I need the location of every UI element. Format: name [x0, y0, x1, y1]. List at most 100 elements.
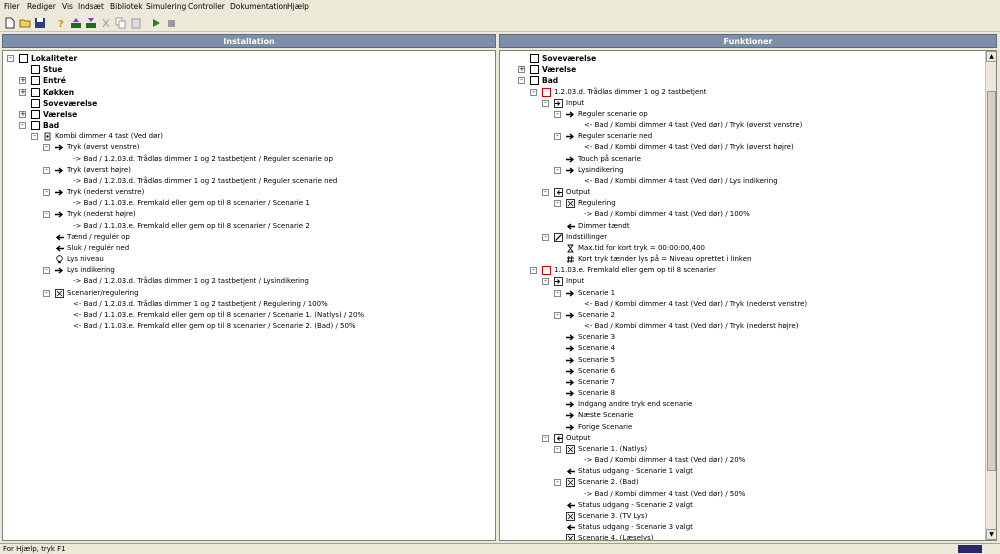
paste-icon[interactable]	[130, 17, 142, 29]
collapse-toggle[interactable]: -	[542, 434, 549, 442]
collapse-toggle[interactable]: -	[554, 289, 561, 297]
tree-row[interactable]: Dimmer tændt	[500, 221, 980, 232]
tree-row[interactable]: -> Bad / 1.2.03.d. Trådløs dimmer 1 og 2…	[3, 176, 483, 187]
collapse-toggle[interactable]: -	[542, 99, 549, 107]
tree-row[interactable]: <- Bad / Kombi dimmer 4 tast (Ved dør) /…	[500, 176, 980, 187]
menu-hjaelp[interactable]: Hjælp	[287, 2, 309, 12]
tree-row[interactable]: Status udgang - Scenarie 3 valgt	[500, 522, 980, 533]
tree-row[interactable]: Scenarie 8	[500, 388, 980, 399]
tree-row[interactable]: - Lysindikering	[500, 165, 980, 176]
funktioner-tree[interactable]: ▲ ▼ Soveværelse + Værelse - Bad -1.2.03.d. Tr…	[499, 50, 997, 541]
tree-row[interactable]: <- Bad / Kombi dimmer 4 tast (Ved dør) /…	[500, 299, 980, 310]
menu-bibliotek[interactable]: Bibliotek	[110, 2, 143, 12]
scroll-thumb[interactable]	[987, 91, 996, 471]
scroll-up-button[interactable]: ▲	[986, 51, 996, 62]
collapse-toggle[interactable]: -	[542, 278, 549, 286]
tree-row[interactable]: Soveværelse	[3, 98, 483, 109]
tree-row[interactable]: -> Bad / Kombi dimmer 4 tast (Ved dør) /…	[500, 455, 980, 466]
funktioner-scrollbar[interactable]: ▲ ▼	[985, 51, 996, 540]
tree-row[interactable]: Scenarie 5	[500, 355, 980, 366]
tree-row[interactable]: - Scenarie 1	[500, 288, 980, 299]
menu-rediger[interactable]: Rediger	[27, 2, 56, 12]
tree-row[interactable]: - Scenarie 1. (Natlys)	[500, 444, 980, 455]
tree-row[interactable]: Stue	[3, 64, 483, 75]
new-file-icon[interactable]	[4, 17, 16, 29]
collapse-toggle[interactable]: -	[554, 110, 561, 118]
tree-row[interactable]: - 1.2.03.d. Trådløs dimmer 1 og 2 tastbet…	[500, 87, 980, 98]
tree-row[interactable]: + Entré	[3, 75, 483, 86]
tree-row[interactable]: <- Bad / 1.1.03.e. Fremkald eller gem op…	[3, 310, 483, 321]
tree-row[interactable]: -> Bad / 1.2.03.d. Trådløs dimmer 1 og 2…	[3, 154, 483, 165]
tree-row[interactable]: -> Bad / 1.1.03.e. Fremkald eller gem op…	[3, 221, 483, 232]
tree-row[interactable]: + Værelse	[500, 64, 980, 75]
tree-row[interactable]: - Output	[500, 433, 980, 444]
tree-row[interactable]: -> Bad / Kombi dimmer 4 tast (Ved dør) /…	[500, 489, 980, 500]
collapse-toggle[interactable]: -	[43, 166, 50, 174]
collapse-toggle[interactable]: -	[530, 267, 537, 275]
cut-icon[interactable]	[100, 17, 112, 29]
tree-row[interactable]: Status udgang - Scenarie 2 valgt	[500, 500, 980, 511]
menu-indsaet[interactable]: Indsæt	[78, 2, 104, 12]
tree-row[interactable]: Scenarie 7	[500, 377, 980, 388]
save-icon[interactable]	[34, 17, 46, 29]
stop-icon[interactable]	[165, 17, 177, 29]
tree-row[interactable]: - Scenarie 2	[500, 310, 980, 321]
tree-row[interactable]: - Reguler scenarie op	[500, 109, 980, 120]
tree-row[interactable]: + Køkken	[3, 87, 483, 98]
expand-toggle[interactable]: +	[518, 66, 525, 74]
tree-row[interactable]: - Tryk (øverst venstre)	[3, 142, 483, 153]
tree-row[interactable]: - 1.1.03.e. Fremkald eller gem op til 8 s…	[500, 265, 980, 276]
collapse-toggle[interactable]: -	[7, 55, 14, 62]
help-icon[interactable]: ?	[55, 17, 67, 29]
collapse-toggle[interactable]: -	[43, 144, 50, 152]
tree-row[interactable]: Forige Scenarie	[500, 422, 980, 433]
tree-row[interactable]: Sluk / regulér ned	[3, 243, 483, 254]
tree-row[interactable]: Soveværelse	[500, 53, 980, 64]
tree-row[interactable]: -> Bad / 1.2.03.d. Trådløs dimmer 1 og 2…	[3, 276, 483, 287]
collapse-toggle[interactable]: -	[554, 479, 561, 487]
tree-row[interactable]: Scenarie 4. (Læselys)	[500, 533, 980, 540]
collapse-toggle[interactable]: -	[518, 77, 525, 85]
tree-row[interactable]: <- Bad / 1.1.03.e. Fremkald eller gem op…	[3, 321, 483, 332]
tree-row[interactable]: <- Bad / 1.2.03.d. Trådløs dimmer 1 og 2…	[3, 299, 483, 310]
tree-row[interactable]: Max.tid for kort tryk = 00:00:00,400	[500, 243, 980, 254]
tree-row[interactable]: - Scenarie 2. (Bad)	[500, 477, 980, 488]
tree-row[interactable]: - Bad	[500, 75, 980, 86]
tree-row[interactable]: - Kombi dimmer 4 tast (Ved dør)	[3, 131, 483, 142]
tree-row[interactable]: -> Bad / 1.1.03.e. Fremkald eller gem op…	[3, 198, 483, 209]
tree-row[interactable]: Scenarie 6	[500, 366, 980, 377]
menu-vis[interactable]: Vis	[62, 2, 73, 12]
tree-row[interactable]: - Lys indikering	[3, 265, 483, 276]
play-icon[interactable]	[150, 17, 162, 29]
tree-row[interactable]: Touch på scenarie	[500, 154, 980, 165]
collapse-toggle[interactable]: -	[43, 289, 50, 297]
tree-row[interactable]: - Tryk (nederst venstre)	[3, 187, 483, 198]
tree-row[interactable]: - Output	[500, 187, 980, 198]
copy-icon[interactable]	[115, 17, 127, 29]
menu-controller[interactable]: Controller	[188, 2, 225, 12]
menu-simulering[interactable]: Simulering	[146, 2, 186, 12]
tree-row[interactable]: Kort tryk tænder lys på = Niveau oprette…	[500, 254, 980, 265]
collapse-toggle[interactable]: -	[530, 88, 537, 96]
tree-row[interactable]: - Reguler scenarie ned	[500, 131, 980, 142]
tree-row[interactable]: Tænd / regulér op	[3, 232, 483, 243]
tree-row[interactable]: - Lokaliteter	[3, 53, 483, 64]
upload-icon[interactable]	[70, 17, 82, 29]
collapse-toggle[interactable]: -	[31, 133, 38, 141]
tree-row[interactable]: - Regulering	[500, 198, 980, 209]
collapse-toggle[interactable]: -	[43, 189, 50, 197]
collapse-toggle[interactable]: -	[43, 267, 50, 275]
collapse-toggle[interactable]: -	[554, 445, 561, 453]
tree-row[interactable]: <- Bad / Kombi dimmer 4 tast (Ved dør) /…	[500, 120, 980, 131]
tree-row[interactable]: Indgang andre tryk end scenarie	[500, 399, 980, 410]
tree-row[interactable]: - Scenarier/regulering	[3, 288, 483, 299]
menu-filer[interactable]: Filer	[4, 2, 20, 12]
collapse-toggle[interactable]: -	[554, 200, 561, 208]
tree-row[interactable]: <- Bad / Kombi dimmer 4 tast (Ved dør) /…	[500, 321, 980, 332]
tree-row[interactable]: - Tryk (nederst højre)	[3, 209, 483, 220]
expand-toggle[interactable]: +	[19, 77, 26, 85]
tree-row[interactable]: Scenarie 3	[500, 332, 980, 343]
tree-row[interactable]: -> Bad / Kombi dimmer 4 tast (Ved dør) /…	[500, 209, 980, 220]
tree-row[interactable]: Scenarie 3. (TV Lys)	[500, 511, 980, 522]
expand-toggle[interactable]: +	[19, 88, 26, 96]
